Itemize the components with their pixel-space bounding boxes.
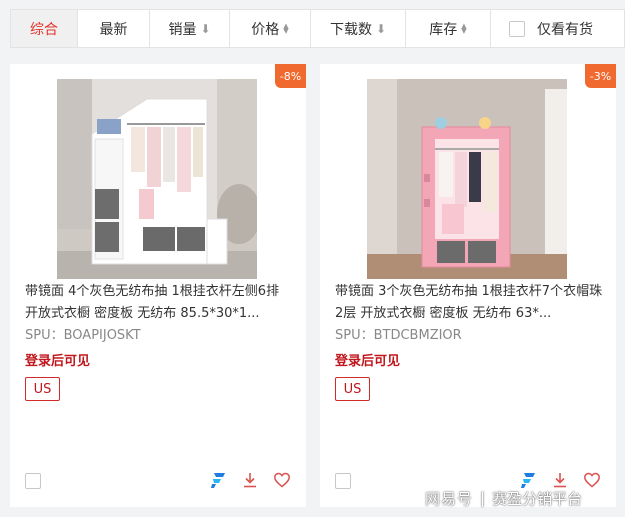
arrow-down-icon: ⬇ xyxy=(200,21,211,36)
product-card[interactable]: -3% 带镜面 3个灰色无纺布抽 1根挂衣杆7个衣帽珠 2层 开放式衣橱 密度板… xyxy=(320,64,616,507)
download-icon[interactable] xyxy=(241,471,259,489)
watermark: 网易号 | 赛盈分销平台 xyxy=(413,485,625,511)
sort-price-label: 价格 xyxy=(251,21,280,38)
select-checkbox[interactable] xyxy=(25,473,41,489)
sort-newest-label: 最新 xyxy=(99,21,128,38)
brand-f-icon[interactable] xyxy=(209,471,227,489)
in-stock-label: 仅看有货 xyxy=(537,21,593,38)
sort-arrows-icon: ▲ ▼ xyxy=(461,21,467,35)
sort-downloads-label: 下载数 xyxy=(329,21,372,38)
region-tag: US xyxy=(25,377,60,401)
favorite-heart-icon[interactable] xyxy=(273,471,291,489)
sort-stock-label: 库存 xyxy=(429,21,458,38)
card-actions xyxy=(209,471,291,489)
product-title[interactable]: 带镜面 4个灰色无纺布抽 1根挂衣杆左侧6排 开放式衣橱 密度板 无纺布 85.… xyxy=(25,281,295,325)
product-image[interactable] xyxy=(367,79,567,279)
sort-comprehensive-label: 综合 xyxy=(30,21,58,38)
sort-price[interactable]: 价格 ▲ ▼ xyxy=(230,10,311,47)
sort-comprehensive[interactable]: 综合 xyxy=(11,10,78,47)
discount-badge: -8% xyxy=(275,64,306,88)
arrow-down-icon: ⬇ xyxy=(375,21,387,36)
sort-newest[interactable]: 最新 xyxy=(78,10,150,47)
sort-bar: 综合 最新 销量 ⬇ 价格 ▲ ▼ 下载数 ⬇ 库存 ▲ ▼ 仅看有货 xyxy=(10,9,625,48)
select-checkbox[interactable] xyxy=(335,473,351,489)
sort-sales[interactable]: 销量 ⬇ xyxy=(150,10,230,47)
login-to-view-price[interactable]: 登录后可见 xyxy=(335,350,400,369)
product-spu: SPU：BOAPIJOSKT xyxy=(25,328,141,343)
watermark-separator: | xyxy=(480,489,486,507)
sort-stock[interactable]: 库存 ▲ ▼ xyxy=(406,10,491,47)
discount-badge: -3% xyxy=(585,64,616,88)
product-title[interactable]: 带镜面 3个灰色无纺布抽 1根挂衣杆7个衣帽珠 2层 开放式衣橱 密度板 无纺布… xyxy=(335,281,605,325)
in-stock-filter[interactable]: 仅看有货 xyxy=(491,10,593,47)
sort-downloads[interactable]: 下载数 ⬇ xyxy=(311,10,406,47)
product-card[interactable]: -8% 带镜面 4个灰色无纺布抽 1根挂衣杆左侧6排 开放式衣橱 密度板 无纺布… xyxy=(10,64,306,507)
login-to-view-price[interactable]: 登录后可见 xyxy=(25,350,90,369)
sort-sales-label: 销量 xyxy=(168,21,197,38)
product-spu: SPU：BTDCBMZIOR xyxy=(335,328,462,343)
watermark-source: 网易号 xyxy=(425,489,474,508)
sort-arrows-icon: ▲ ▼ xyxy=(283,21,289,35)
product-image[interactable] xyxy=(57,79,257,279)
region-tag: US xyxy=(335,377,370,401)
watermark-publisher: 赛盈分销平台 xyxy=(492,489,583,508)
in-stock-checkbox[interactable] xyxy=(509,20,525,37)
